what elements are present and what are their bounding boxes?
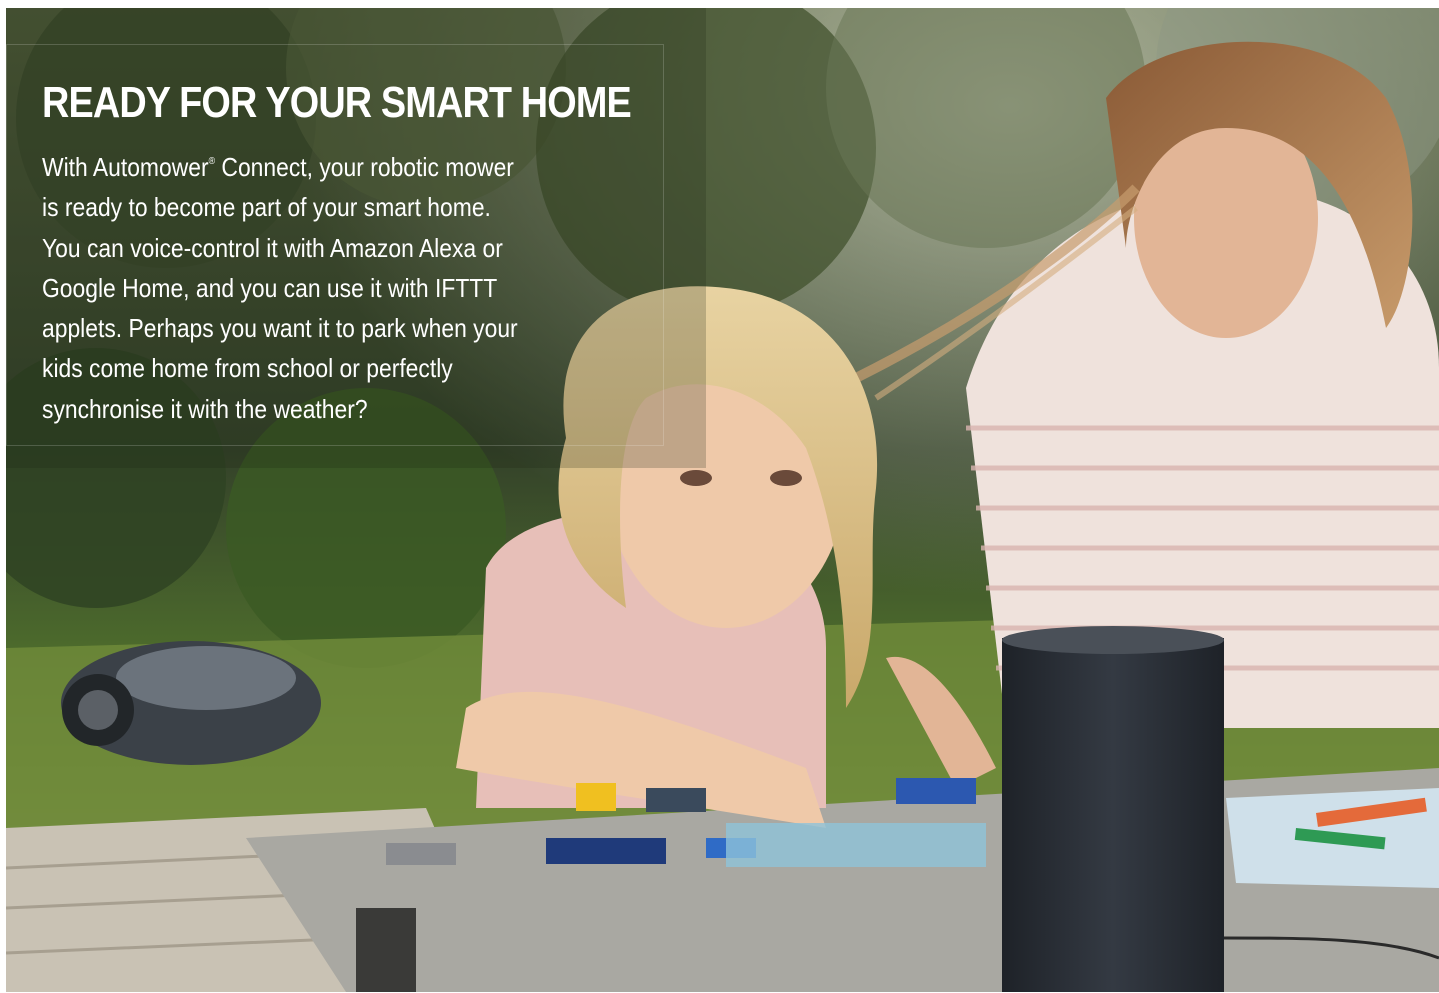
headline: READY FOR YOUR SMART HOME — [42, 78, 632, 127]
body-line-1: With Automower® Connect, your robotic mo… — [42, 152, 514, 182]
smart-speaker — [1002, 626, 1224, 992]
body-line-5: applets. Perhaps you want it to park whe… — [42, 313, 518, 344]
robotic-mower — [61, 641, 321, 765]
body-line-2: is ready to become part of your smart ho… — [42, 192, 491, 223]
body-line-7: synchronise it with the weather? — [42, 393, 368, 424]
body-paragraph: With Automower® Connect, your robotic mo… — [42, 142, 570, 429]
body-line-6: kids come home from school or perfectly — [42, 353, 453, 384]
body-line-4: Google Home, and you can use it with IFT… — [42, 272, 498, 303]
brochure-page: READY FOR YOUR SMART HOME With Automower… — [6, 8, 1439, 992]
body-line-3: You can voice-control it with Amazon Ale… — [42, 232, 503, 263]
